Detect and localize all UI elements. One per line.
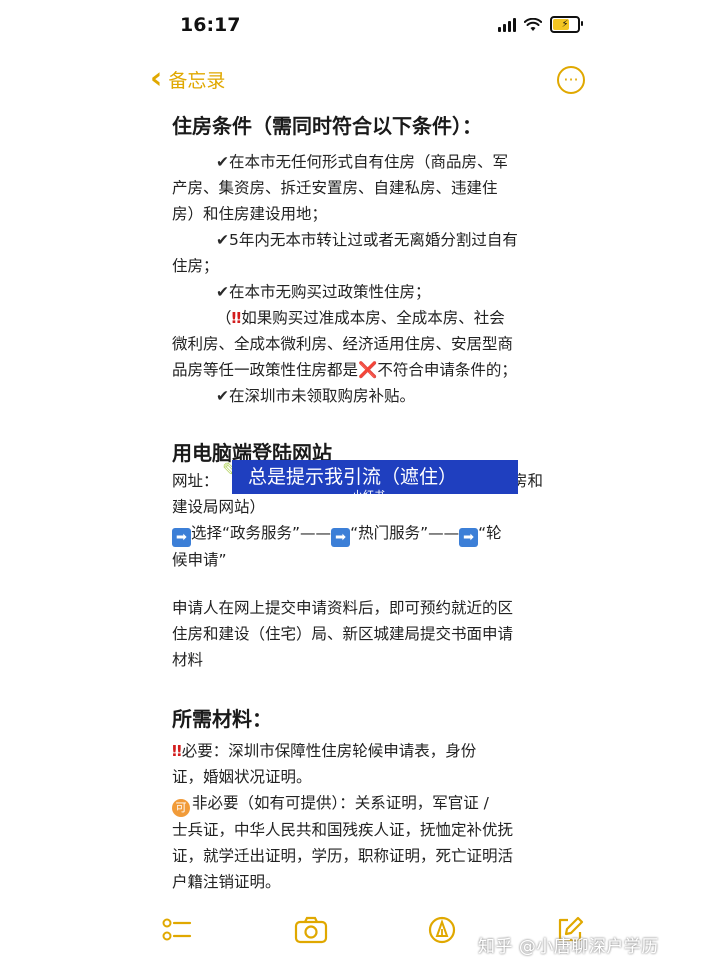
- condition-4: ✔在深圳市未领取购房补贴。: [216, 387, 416, 405]
- policy-note: （‼如果购买过准成本房、全成本房、社会: [216, 309, 505, 327]
- condition-3: ✔在本市无购买过政策性住房；: [216, 283, 431, 301]
- optional-materials-line2: 士兵证，中华人民共和国残疾人证，抚恤定补优抚: [172, 821, 514, 839]
- submission-para-line3: 材料: [172, 651, 204, 669]
- condition-1-line3: 房）和住房建设用地；: [172, 205, 328, 223]
- cellular-signal-icon: [498, 17, 516, 32]
- required-materials-line2: 证，婚姻状况证明。: [172, 768, 312, 786]
- checklist-icon[interactable]: [162, 916, 192, 944]
- double-exclamation-icon: ‼: [172, 742, 182, 760]
- back-label: 备忘录: [168, 69, 226, 92]
- policy-note-line3: 品房等任一政策性住房都是❌不符合申请条件的；: [172, 361, 517, 379]
- ellipsis-icon: ···: [563, 70, 579, 89]
- checkmark-icon: ✔: [216, 231, 229, 249]
- right-arrow-icon: ➡: [459, 528, 479, 547]
- right-arrow-icon: ➡: [331, 528, 351, 547]
- checkmark-icon: ✔: [216, 387, 229, 405]
- heading-required-materials: 所需材料：: [172, 707, 272, 731]
- chevron-left-icon: ‹: [150, 61, 163, 96]
- watermark: 知乎 @小唐聊深户学历: [478, 937, 659, 957]
- policy-note-line2: 微利房、全成本微利房、经济适用住房、安居型商: [172, 335, 514, 353]
- markup-pen-icon[interactable]: [428, 916, 456, 944]
- condition-1: ✔在本市无任何形式自有住房（商品房、军: [216, 153, 509, 171]
- navigation-steps: ➡ 选择“政务服务”—— ➡ “热门服务”—— ➡ “轮: [172, 520, 582, 547]
- redaction-banner-sub: 小红书: [352, 489, 385, 502]
- back-button[interactable]: ‹ 备忘录: [150, 64, 225, 94]
- optional-materials: 可非必要（如有可提供）：关系证明，军官证 /: [172, 790, 582, 817]
- condition-1-line2: 产房、集资房、拆迁安置房、自建私房、违建住: [172, 179, 498, 197]
- right-arrow-icon: ➡: [172, 528, 191, 547]
- checkmark-icon: ✔: [216, 283, 229, 301]
- nav-bar: ‹ 备忘录 ···: [0, 58, 712, 102]
- submission-para-line2: 住房和建设（住宅）局、新区城建局提交书面申请: [172, 625, 514, 643]
- required-materials: ‼必要：深圳市保障性住房轮候申请表，身份: [172, 742, 477, 760]
- heading-housing-conditions: 住房条件（需同时符合以下条件）：: [172, 114, 482, 138]
- status-icons: ⚡: [498, 16, 583, 33]
- checkmark-icon: ✔: [216, 153, 229, 171]
- navigation-steps-line2: 候申请”: [172, 551, 227, 569]
- double-exclamation-icon: ‼: [231, 309, 242, 327]
- more-options-button[interactable]: ···: [557, 66, 585, 94]
- status-time: 16:17: [180, 14, 241, 36]
- optional-materials-line3: 证，就学迁出证明，学历，职称证明，死亡证明活: [172, 847, 514, 865]
- camera-icon[interactable]: [294, 916, 328, 944]
- wifi-icon: [524, 17, 542, 31]
- optional-materials-line4: 户籍注销证明。: [172, 873, 281, 891]
- condition-2: ✔5年内无本市转让过或者无离婚分割过自有: [216, 231, 518, 249]
- cross-mark-icon: ❌: [358, 361, 378, 379]
- optional-badge-icon: 可: [172, 799, 190, 817]
- status-bar: 16:17 ⚡: [0, 0, 712, 52]
- condition-2-line2: 住房；: [172, 257, 219, 275]
- battery-charging-icon: ⚡: [550, 16, 583, 33]
- submission-para-line1: 申请人在网上提交申请资料后，即可预约就近的区: [172, 599, 514, 617]
